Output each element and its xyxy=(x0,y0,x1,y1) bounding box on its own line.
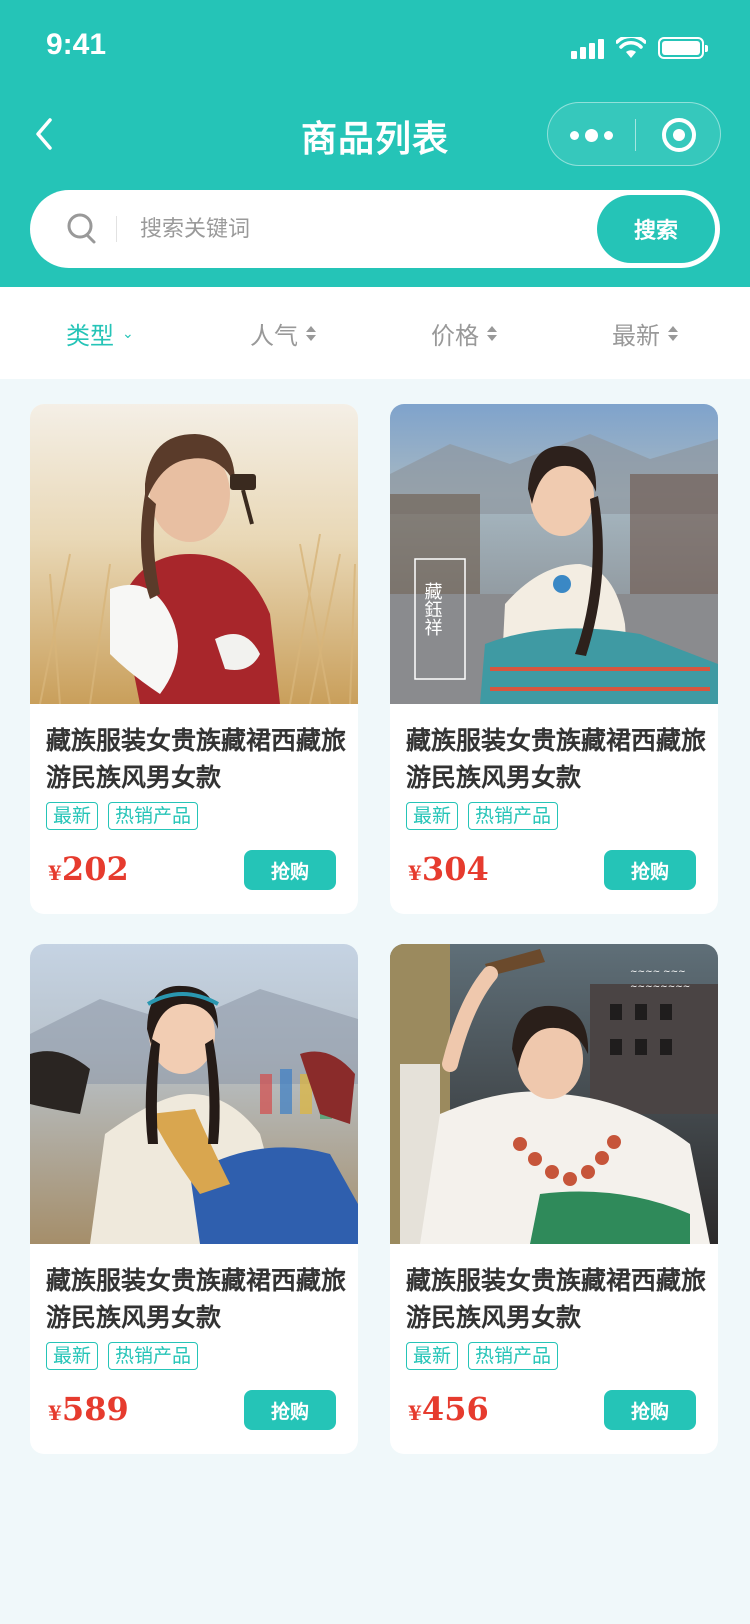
wifi-icon xyxy=(616,37,646,58)
close-target-icon[interactable] xyxy=(636,103,722,167)
filter-popularity[interactable]: 人气 xyxy=(250,315,316,351)
status-bar: 9:41 xyxy=(0,0,750,96)
status-icons xyxy=(571,36,708,60)
filter-label: 类型 xyxy=(66,321,114,350)
product-image[interactable]: 藏鈺祥 xyxy=(390,404,718,704)
tag-newest: 最新 xyxy=(406,1342,459,1370)
svg-text:~~~~ ~~~: ~~~~ ~~~ xyxy=(630,967,686,977)
product-price: ¥202 xyxy=(48,850,129,888)
product-tags: 最新 热销产品 xyxy=(46,802,199,830)
search-input[interactable] xyxy=(140,204,580,254)
search-button[interactable]: 搜索 xyxy=(597,195,715,263)
product-tags: 最新 热销产品 xyxy=(406,1342,559,1370)
buy-button[interactable]: 抢购 xyxy=(244,1390,336,1430)
sort-arrows-icon xyxy=(487,325,497,341)
buy-button[interactable]: 抢购 xyxy=(604,850,696,890)
currency-symbol: ¥ xyxy=(48,1401,62,1425)
search-bar: 搜索 xyxy=(30,190,720,268)
sort-arrows-icon xyxy=(306,325,316,341)
tag-newest: 最新 xyxy=(46,802,99,830)
search-divider xyxy=(116,216,117,242)
sort-arrows-icon xyxy=(668,325,678,341)
filter-label: 价格 xyxy=(431,321,479,350)
tag-newest: 最新 xyxy=(46,1342,99,1370)
filter-bar: 类型 ⌄ 人气 价格 最新 xyxy=(0,287,750,379)
mini-program-capsule xyxy=(547,102,721,166)
currency-symbol: ¥ xyxy=(408,1401,422,1425)
product-tags: 最新 热销产品 xyxy=(46,1342,199,1370)
filter-type[interactable]: 类型 ⌄ xyxy=(66,315,134,351)
chevron-down-icon: ⌄ xyxy=(122,326,134,342)
status-time: 9:41 xyxy=(46,28,107,61)
price-value: 202 xyxy=(61,850,129,888)
filter-label: 人气 xyxy=(250,321,298,350)
price-value: 589 xyxy=(61,1390,129,1428)
tag-hot-sale: 热销产品 xyxy=(108,1342,199,1370)
price-value: 456 xyxy=(421,1390,489,1428)
product-card[interactable]: ~~~~ ~~~ ~~~~~~~~ 藏族服装女贵族藏裙西藏旅游民族风男女款 最新… xyxy=(390,944,718,1454)
svg-text:~~~~~~~~: ~~~~~~~~ xyxy=(630,982,690,992)
tag-hot-sale: 热销产品 xyxy=(468,802,559,830)
search-icon xyxy=(67,213,96,244)
product-card[interactable]: 藏族服装女贵族藏裙西藏旅游民族风男女款 最新 热销产品 ¥202 抢购 xyxy=(30,404,358,914)
tag-newest: 最新 xyxy=(406,802,459,830)
product-card[interactable]: 藏鈺祥 藏族服装女贵族藏裙西藏旅游民族风男女款 最新 热销产品 ¥304 抢购 xyxy=(390,404,718,914)
product-price: ¥304 xyxy=(408,850,489,888)
buy-button[interactable]: 抢购 xyxy=(604,1390,696,1430)
currency-symbol: ¥ xyxy=(48,861,62,885)
tag-hot-sale: 热销产品 xyxy=(468,1342,559,1370)
product-image[interactable] xyxy=(30,404,358,704)
product-image[interactable] xyxy=(30,944,358,1244)
price-value: 304 xyxy=(421,850,489,888)
header: 9:41 商品列表 搜索关键词 搜索 xyxy=(0,0,750,287)
more-options-icon[interactable] xyxy=(548,103,635,167)
product-card[interactable]: 藏族服装女贵族藏裙西藏旅游民族风男女款 最新 热销产品 ¥589 抢购 xyxy=(30,944,358,1454)
product-title[interactable]: 藏族服装女贵族藏裙西藏旅游民族风男女款 xyxy=(46,1262,346,1336)
product-price: ¥456 xyxy=(408,1390,489,1428)
cellular-signal-icon xyxy=(571,37,604,59)
filter-newest[interactable]: 最新 xyxy=(612,315,678,351)
filter-price[interactable]: 价格 xyxy=(431,315,497,351)
product-title[interactable]: 藏族服装女贵族藏裙西藏旅游民族风男女款 xyxy=(406,1262,706,1336)
currency-symbol: ¥ xyxy=(408,861,422,885)
product-image[interactable]: ~~~~ ~~~ ~~~~~~~~ xyxy=(390,944,718,1244)
product-title[interactable]: 藏族服装女贵族藏裙西藏旅游民族风男女款 xyxy=(406,722,706,796)
filter-label: 最新 xyxy=(612,321,660,350)
battery-icon xyxy=(658,37,708,59)
product-price: ¥589 xyxy=(48,1390,129,1428)
buy-button[interactable]: 抢购 xyxy=(244,850,336,890)
product-title[interactable]: 藏族服装女贵族藏裙西藏旅游民族风男女款 xyxy=(46,722,346,796)
product-tags: 最新 热销产品 xyxy=(406,802,559,830)
image-caption: 藏鈺祥 xyxy=(422,582,443,636)
nav-bar: 商品列表 xyxy=(0,96,750,184)
tag-hot-sale: 热销产品 xyxy=(108,802,199,830)
